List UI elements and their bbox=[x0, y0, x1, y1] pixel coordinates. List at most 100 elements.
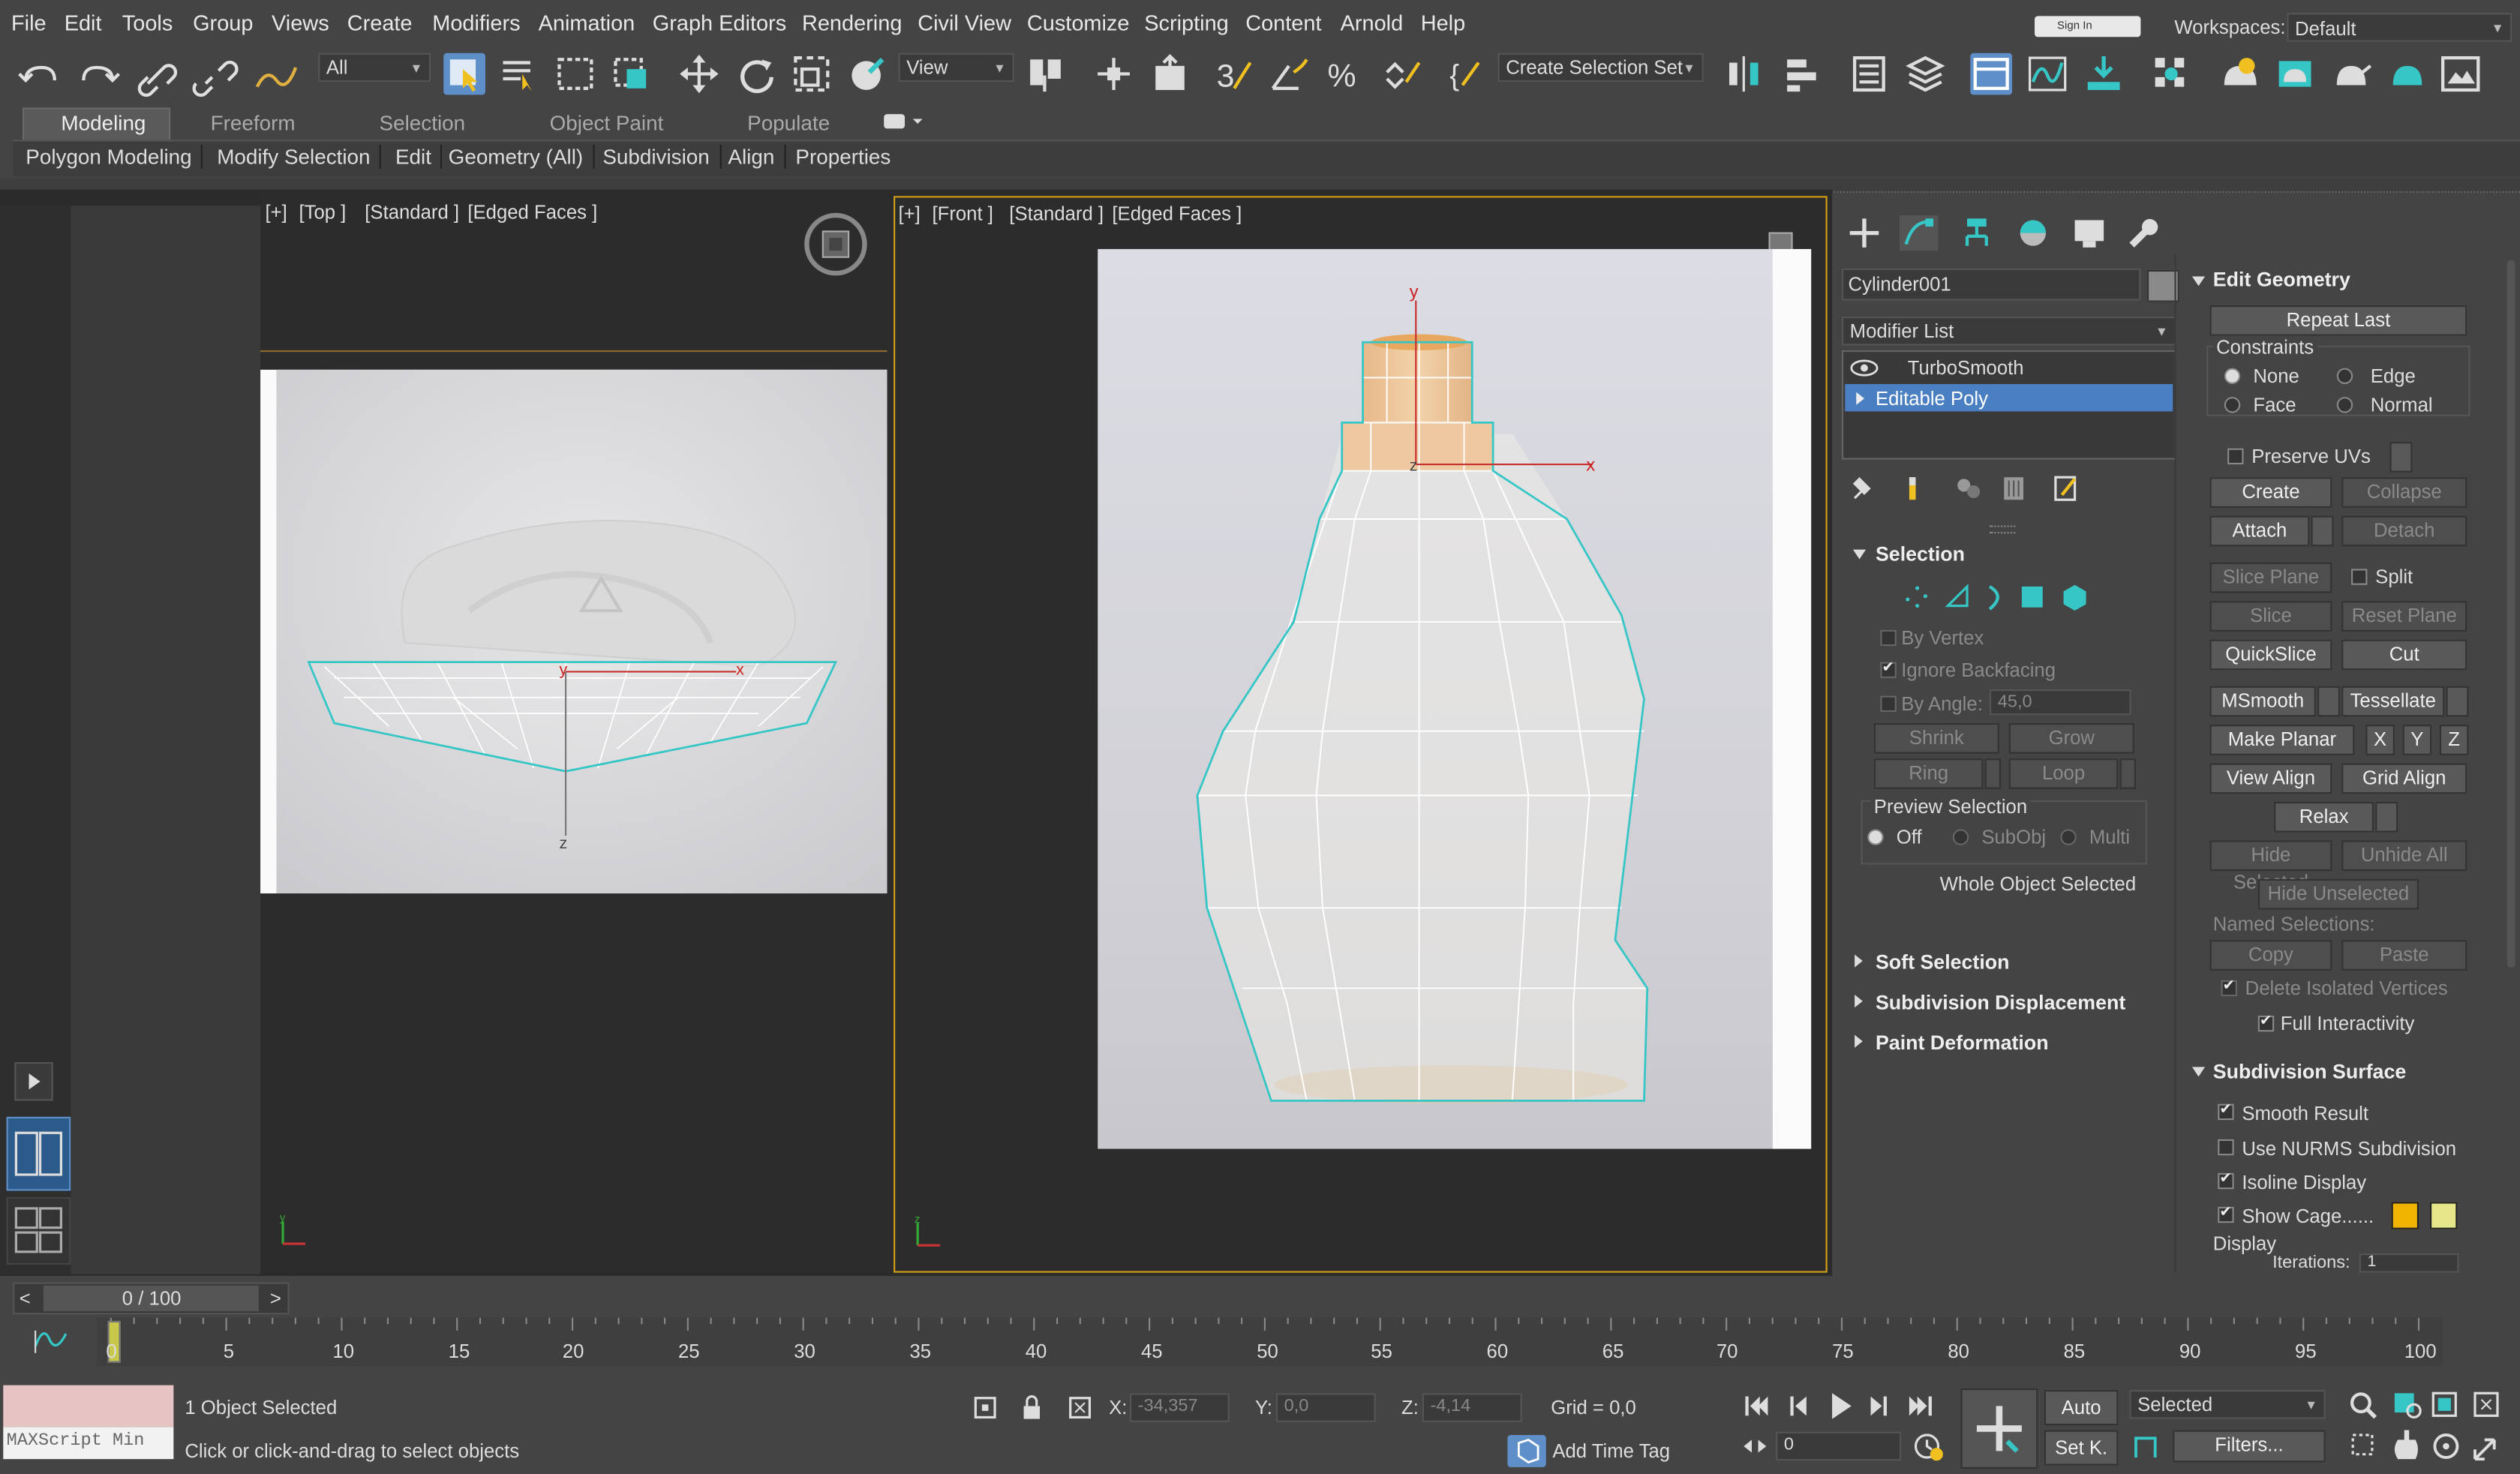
snaps-toggle-button[interactable]: 3 bbox=[1212, 53, 1254, 95]
loop-button[interactable]: Loop bbox=[2008, 758, 2119, 789]
repeat-last-button[interactable]: Repeat Last bbox=[2209, 305, 2467, 336]
menu-content[interactable]: Content bbox=[1245, 11, 1321, 35]
reset-plane-button[interactable]: Reset Plane bbox=[2341, 601, 2467, 632]
unhide-all-button[interactable]: Unhide All bbox=[2341, 840, 2467, 872]
menu-modifiers[interactable]: Modifiers bbox=[432, 11, 520, 35]
isoline-display-checkbox[interactable] bbox=[2218, 1170, 2234, 1190]
ignore-backfacing-checkbox[interactable] bbox=[1880, 659, 1897, 679]
set-key-button[interactable] bbox=[1960, 1388, 2038, 1469]
attach-settings-button[interactable] bbox=[2311, 515, 2334, 547]
modifier-list-dropdown[interactable]: Modifier List bbox=[1841, 317, 2176, 346]
ribbon-edit[interactable]: Edit bbox=[395, 144, 443, 169]
mirror-button[interactable] bbox=[1725, 53, 1767, 95]
viewcube-icon[interactable] bbox=[800, 209, 871, 279]
quickslice-button[interactable]: QuickSlice bbox=[2209, 639, 2332, 671]
reference-coordinate-dropdown[interactable]: View bbox=[898, 53, 1014, 83]
coord-y-field[interactable]: 0,0 bbox=[1275, 1393, 1376, 1422]
constraint-edge-radio[interactable] bbox=[2336, 368, 2353, 384]
ribbon-tab-modeling[interactable]: Modeling bbox=[61, 111, 146, 135]
scale-button[interactable] bbox=[791, 53, 833, 95]
constraint-normal-radio[interactable] bbox=[2336, 397, 2353, 413]
split-checkbox[interactable] bbox=[2351, 569, 2368, 585]
rollout-subdivision-surface-header[interactable]: Subdivision Surface bbox=[2182, 1058, 2503, 1087]
layout-four-button[interactable] bbox=[6, 1196, 71, 1265]
rollout-edit-geometry-header[interactable]: Edit Geometry bbox=[2182, 267, 2503, 296]
by-vertex-checkbox[interactable] bbox=[1880, 629, 1897, 647]
ribbon-align[interactable]: Align bbox=[728, 144, 786, 169]
by-angle-spinner[interactable]: 45,0 bbox=[1990, 689, 2131, 716]
window-crossing-button[interactable] bbox=[611, 53, 653, 95]
selection-filter-dropdown[interactable]: All bbox=[318, 53, 431, 83]
collapse-button[interactable]: Collapse bbox=[2341, 477, 2467, 508]
time-slider[interactable]: < 0 / 100 > bbox=[13, 1282, 290, 1315]
select-manipulate-button[interactable] bbox=[1093, 53, 1135, 95]
key-tangent-icon[interactable] bbox=[2129, 1428, 2164, 1463]
msmooth-settings-button[interactable] bbox=[2317, 686, 2341, 717]
make-planar-button[interactable]: Make Planar bbox=[2209, 725, 2355, 755]
ribbon-options-button[interactable] bbox=[882, 113, 924, 132]
ribbon-properties[interactable]: Properties bbox=[795, 145, 900, 169]
preview-multi-radio[interactable] bbox=[2060, 829, 2077, 845]
rollout-subdivision-displacement-header[interactable]: Subdivision Displacement bbox=[1842, 986, 2163, 1016]
menu-graph-editors[interactable]: Graph Editors bbox=[653, 11, 786, 35]
layout-two-columns-button[interactable] bbox=[6, 1116, 71, 1191]
menu-views[interactable]: Views bbox=[272, 11, 329, 35]
viewport-top-shading-label[interactable]: [Standard ] bbox=[365, 201, 459, 224]
time-slider-prev[interactable]: < bbox=[20, 1287, 31, 1310]
rotate-button[interactable] bbox=[734, 53, 776, 95]
stack-item-turbosmooth[interactable]: TurboSmooth bbox=[1845, 355, 2173, 380]
use-nurms-checkbox[interactable] bbox=[2218, 1139, 2234, 1156]
ribbon-tab-populate[interactable]: Populate bbox=[747, 111, 830, 135]
relax-button[interactable]: Relax bbox=[2274, 801, 2374, 833]
named-selection-set-dropdown[interactable]: Create Selection Set bbox=[1497, 53, 1704, 83]
delete-isolated-checkbox[interactable] bbox=[2221, 977, 2237, 997]
ribbon-modify-selection[interactable]: Modify Selection bbox=[217, 144, 382, 169]
viewport-top[interactable]: [+] [Top ] [Standard ] [Edged Faces ] y … bbox=[260, 196, 888, 1273]
ring-button[interactable]: Ring bbox=[1873, 758, 1984, 789]
tessellate-button[interactable]: Tessellate bbox=[2341, 686, 2445, 717]
ribbon-tab-selection[interactable]: Selection bbox=[380, 111, 466, 135]
maxscript-mini-listener[interactable]: MAXScript Min bbox=[3, 1427, 174, 1460]
menu-file[interactable]: File bbox=[11, 11, 47, 35]
viewport-top-pov-label[interactable]: [Top ] bbox=[299, 201, 346, 224]
expand-triangle-icon[interactable] bbox=[1855, 391, 1867, 407]
object-name-field[interactable]: Cylinder001 bbox=[1841, 268, 2141, 301]
menu-help[interactable]: Help bbox=[1421, 11, 1465, 35]
shrink-button[interactable]: Shrink bbox=[1873, 722, 1999, 754]
render-production-button[interactable] bbox=[2330, 53, 2372, 95]
rect-selection-region-button[interactable] bbox=[554, 53, 596, 95]
menu-create[interactable]: Create bbox=[347, 11, 413, 35]
command-panel-scrollbar[interactable] bbox=[2506, 260, 2515, 968]
hide-selected-button[interactable]: Hide Selected bbox=[2209, 840, 2332, 893]
tessellate-settings-button[interactable] bbox=[2446, 686, 2469, 717]
rollout-soft-selection-header[interactable]: Soft Selection bbox=[1842, 947, 2163, 976]
menu-animation[interactable]: Animation bbox=[539, 11, 635, 35]
cut-button[interactable]: Cut bbox=[2341, 639, 2467, 671]
edit-named-selection-button[interactable]: { bbox=[1446, 53, 1488, 95]
curve-editor-button[interactable] bbox=[2026, 53, 2068, 95]
iterations-spinner[interactable]: 1 bbox=[2359, 1253, 2459, 1273]
preview-off-radio[interactable] bbox=[1867, 829, 1884, 845]
time-slider-next[interactable]: > bbox=[270, 1287, 281, 1310]
coord-z-field[interactable]: -4,14 bbox=[1422, 1393, 1522, 1422]
ribbon-geometry-all[interactable]: Geometry (All) bbox=[449, 144, 595, 169]
stack-item-editable-poly[interactable]: Editable Poly bbox=[1845, 383, 2173, 412]
viewport-top-mode-label[interactable]: [Edged Faces ] bbox=[467, 201, 597, 224]
select-by-name-button[interactable] bbox=[498, 53, 540, 95]
render-setup-button[interactable] bbox=[2218, 53, 2260, 95]
preserve-uvs-settings-button[interactable] bbox=[2389, 442, 2413, 473]
keyboard-shortcut-override-button[interactable] bbox=[1149, 53, 1191, 95]
smooth-result-checkbox[interactable] bbox=[2218, 1100, 2234, 1121]
pivot-center-button[interactable] bbox=[1026, 53, 1068, 95]
ring-spinner[interactable] bbox=[1984, 758, 2002, 789]
relax-settings-button[interactable] bbox=[2375, 801, 2398, 833]
attach-button[interactable]: Attach bbox=[2209, 515, 2310, 547]
menu-civil-view[interactable]: Civil View bbox=[918, 11, 1011, 35]
ribbon-tab-object-paint[interactable]: Object Paint bbox=[550, 111, 664, 135]
view-align-button[interactable]: View Align bbox=[2209, 763, 2332, 794]
hide-unselected-button[interactable]: Hide Unselected bbox=[2257, 878, 2419, 910]
select-object-button[interactable] bbox=[443, 53, 485, 95]
angle-snap-button[interactable] bbox=[1268, 53, 1310, 95]
ribbon-tab-freeform[interactable]: Freeform bbox=[211, 111, 296, 135]
rendered-frame-window-button[interactable] bbox=[2274, 53, 2316, 95]
